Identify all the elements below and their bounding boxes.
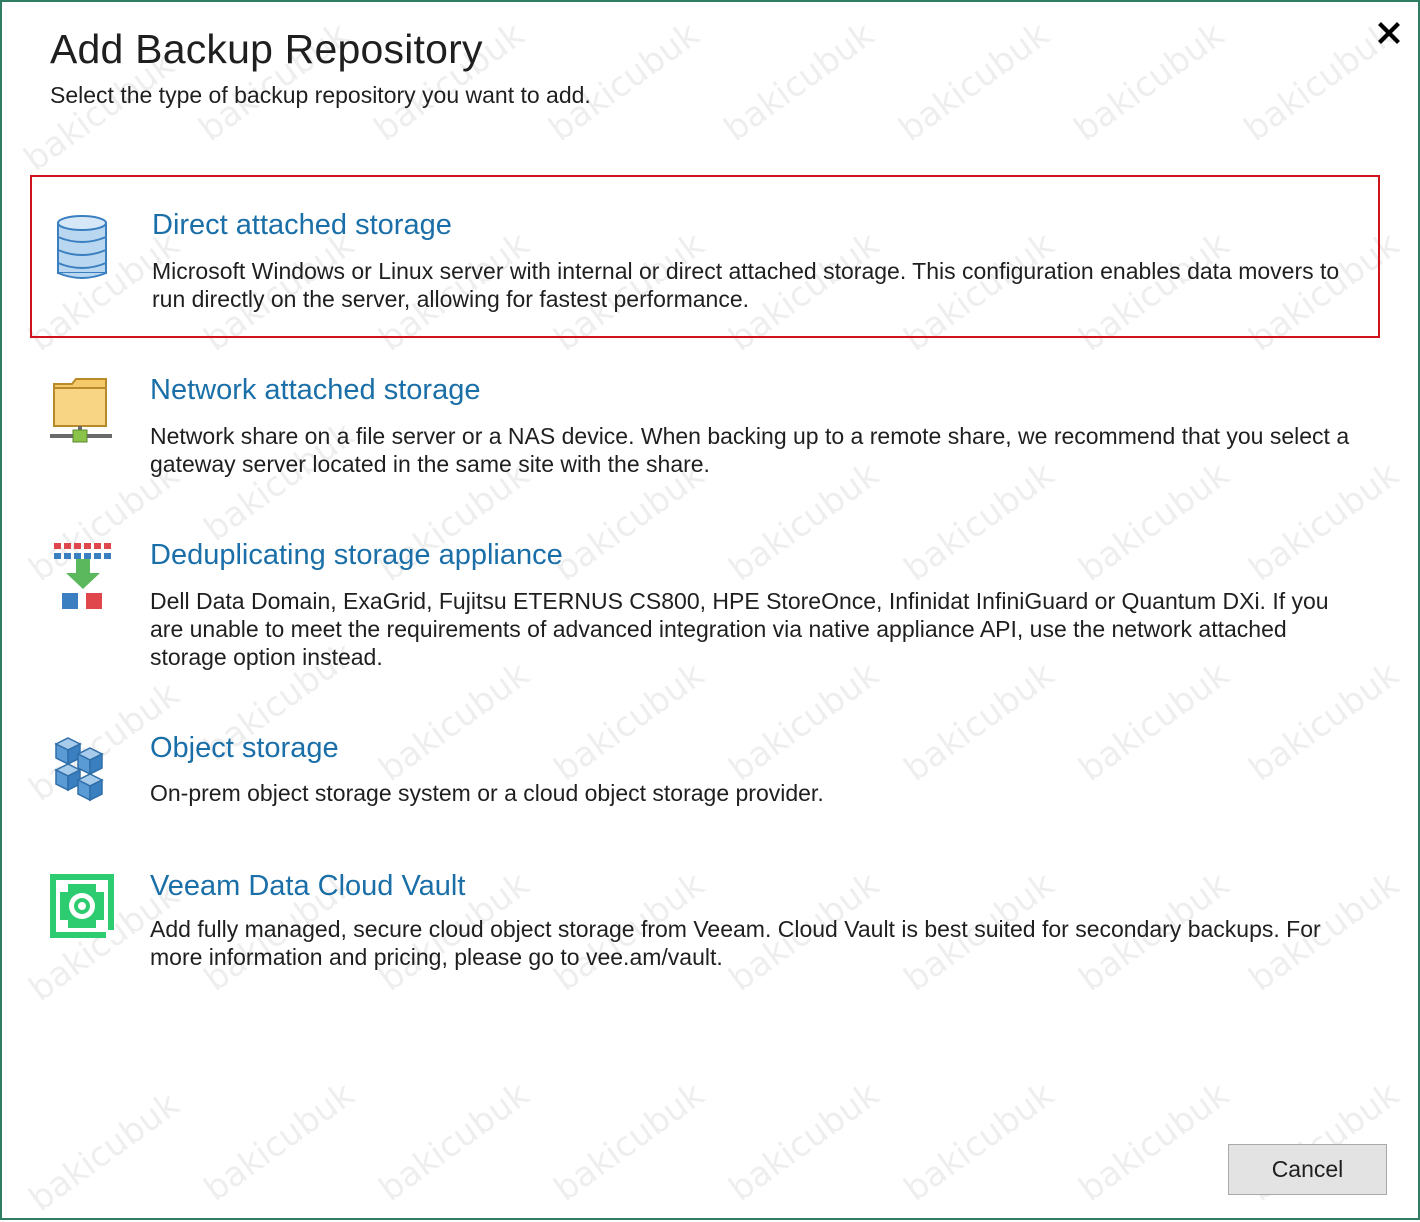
- option-veeam-data-cloud-vault[interactable]: Veeam Data Cloud Vault Add fully managed…: [30, 840, 1380, 990]
- dialog-subtitle: Select the type of backup repository you…: [50, 82, 591, 108]
- option-description: On-prem object storage system or a cloud…: [150, 780, 824, 806]
- option-description: Dell Data Domain, ExaGrid, Fujitsu ETERN…: [150, 588, 1329, 670]
- watermark: bakicubuk: [896, 1074, 1062, 1210]
- option-description: Microsoft Windows or Linux server with i…: [152, 258, 1340, 312]
- watermark: bakicubuk: [1071, 1074, 1237, 1210]
- watermark: bakicubuk: [21, 1084, 187, 1220]
- option-title: Deduplicating storage appliance: [150, 539, 563, 571]
- option-title: Veeam Data Cloud Vault: [150, 870, 466, 902]
- close-button[interactable]: [1372, 16, 1406, 50]
- watermark: bakicubuk: [546, 1074, 712, 1210]
- option-description: Add fully managed, secure cloud object s…: [150, 916, 1321, 970]
- watermark: bakicubuk: [1066, 14, 1232, 150]
- close-icon: [1378, 22, 1400, 44]
- watermark: bakicubuk: [891, 14, 1057, 150]
- database-icon: [54, 213, 110, 281]
- option-description: Network share on a file server or a NAS …: [150, 423, 1350, 477]
- option-deduplicating-storage-appliance[interactable]: Deduplicating storage appliance Dell Dat…: [30, 507, 1380, 697]
- cancel-button[interactable]: Cancel: [1228, 1144, 1387, 1195]
- network-folder-icon: [50, 376, 112, 444]
- watermark: bakicubuk: [196, 1074, 362, 1210]
- option-object-storage[interactable]: Object storage On-prem object storage sy…: [30, 702, 1380, 832]
- option-title: Network attached storage: [150, 374, 481, 406]
- watermark: bakicubuk: [716, 14, 882, 150]
- watermark: bakicubuk: [721, 1074, 887, 1210]
- option-title: Object storage: [150, 732, 339, 764]
- dialog-window: bakicubuk bakicubuk bakicubuk bakicubuk …: [0, 0, 1420, 1220]
- option-title: Direct attached storage: [152, 209, 452, 241]
- dialog-title: Add Backup Repository: [50, 26, 483, 72]
- deduplication-icon: [54, 543, 111, 611]
- object-storage-cubes-icon: [54, 736, 110, 804]
- watermark: bakicubuk: [371, 1074, 537, 1210]
- option-network-attached-storage[interactable]: Network attached storage Network share o…: [30, 342, 1380, 502]
- veeam-vault-icon: [50, 874, 116, 942]
- option-direct-attached-storage[interactable]: Direct attached storage Microsoft Window…: [30, 175, 1380, 338]
